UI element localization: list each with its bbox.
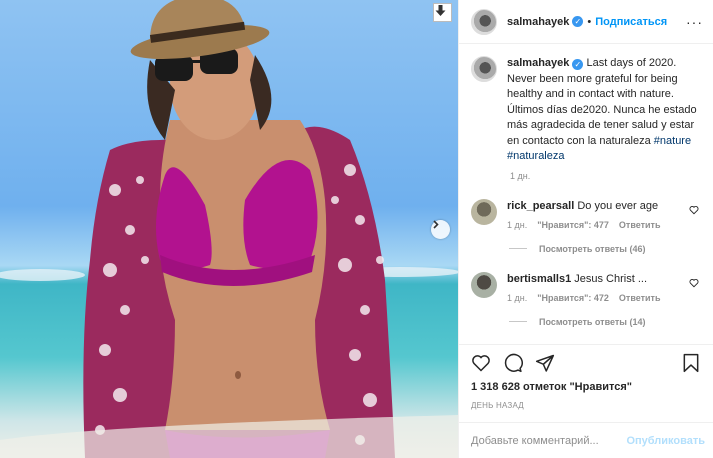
view-replies-label: Посмотреть ответы (14) [539,316,646,327]
caption-time: 1 дн. [510,170,531,181]
comment-icon[interactable] [503,353,523,373]
comment-input[interactable] [471,434,627,447]
replies-divider [509,321,527,322]
commenter-avatar[interactable] [471,271,497,298]
comment-text-line: bertismalls1 Jesus Christ ... [507,272,682,286]
likes-count[interactable]: 1 318 628 отметок "Нравится" [471,381,701,393]
heart-icon[interactable] [471,353,491,373]
share-icon[interactable] [535,353,555,373]
bookmark-icon[interactable] [681,353,701,373]
comment-text: Do you ever age [577,199,659,212]
author-info: salmahayek ✓ • Подписаться [507,16,667,28]
download-button[interactable] [433,3,452,22]
separator-dot: • [587,15,592,28]
verified-icon: ✓ [572,16,584,27]
view-replies-button[interactable]: Посмотреть ответы (14) [509,317,703,327]
caption-text-block: salmahayek ✓ Last days of 2020. Never bee… [507,56,697,165]
commenter-username[interactable]: rick_pearsall [507,200,574,212]
view-replies-button[interactable]: Посмотреть ответы (46) [509,244,703,254]
comment-likes[interactable]: "Нравится": 472 [537,293,609,303]
comment-text-line: rick_pearsall Do you ever age [507,199,682,213]
download-icon [435,5,446,16]
next-photo-button[interactable] [431,220,450,239]
comment-meta: 1 дн. "Нравится": 477 Ответить [507,220,682,230]
hashtag-link[interactable]: #naturaleza [507,150,565,162]
comment-item: rick_pearsall Do you ever age 1 дн. "Нра… [471,198,703,230]
hashtag-link[interactable]: #nature [654,135,691,147]
post-sidebar: salmahayek ✓ • Подписаться ··· salmahaye… [458,0,713,458]
post-header: salmahayek ✓ • Подписаться ··· [459,0,713,44]
comment-body: bertismalls1 Jesus Christ ... 1 дн. "Нра… [507,272,682,303]
commenter-username[interactable]: bertismalls1 [507,273,571,285]
instagram-post: salmahayek ✓ • Подписаться ··· salmahaye… [0,0,713,458]
commenter-avatar[interactable] [471,198,497,225]
reply-button[interactable]: Ответить [619,220,661,230]
post-date: ДЕНЬ НАЗАД [471,401,524,410]
publish-button[interactable]: Опубликовать [626,435,705,447]
photo-illustration [0,0,458,458]
caption-text: Last days of 2020. Never been more grate… [507,57,697,147]
verified-icon: ✓ [572,59,584,71]
replies-divider [509,248,527,249]
author-avatar[interactable] [471,8,497,35]
action-icons [471,349,701,377]
heart-icon[interactable] [689,205,699,215]
follow-button[interactable]: Подписаться [595,16,667,28]
post-caption: salmahayek ✓ Last days of 2020. Never bee… [471,56,703,165]
more-options-icon[interactable]: ··· [686,14,703,30]
comment-likes[interactable]: "Нравится": 477 [537,220,609,230]
caption-username[interactable]: salmahayek [507,57,569,69]
author-username[interactable]: salmahayek [507,16,569,28]
comment-meta: 1 дн. "Нравится": 472 Ответить [507,293,682,303]
comment-body: rick_pearsall Do you ever age 1 дн. "Нра… [507,199,682,230]
chevron-right-icon [433,220,439,229]
heart-icon[interactable] [689,278,699,288]
reply-button[interactable]: Ответить [619,293,661,303]
view-replies-label: Посмотреть ответы (46) [539,243,646,254]
comment-time: 1 дн. [507,292,528,303]
comment-item: bertismalls1 Jesus Christ ... 1 дн. "Нра… [471,271,703,303]
caption-avatar[interactable] [471,56,497,82]
comment-text: Jesus Christ ... [574,272,648,285]
comments-section[interactable]: salmahayek ✓ Last days of 2020. Never bee… [459,44,713,344]
post-photo[interactable] [0,0,458,458]
post-actions: 1 318 628 отметок "Нравится" ДЕНЬ НАЗАД [459,344,713,422]
add-comment-bar: Опубликовать [459,422,713,458]
comment-time: 1 дн. [507,219,528,230]
